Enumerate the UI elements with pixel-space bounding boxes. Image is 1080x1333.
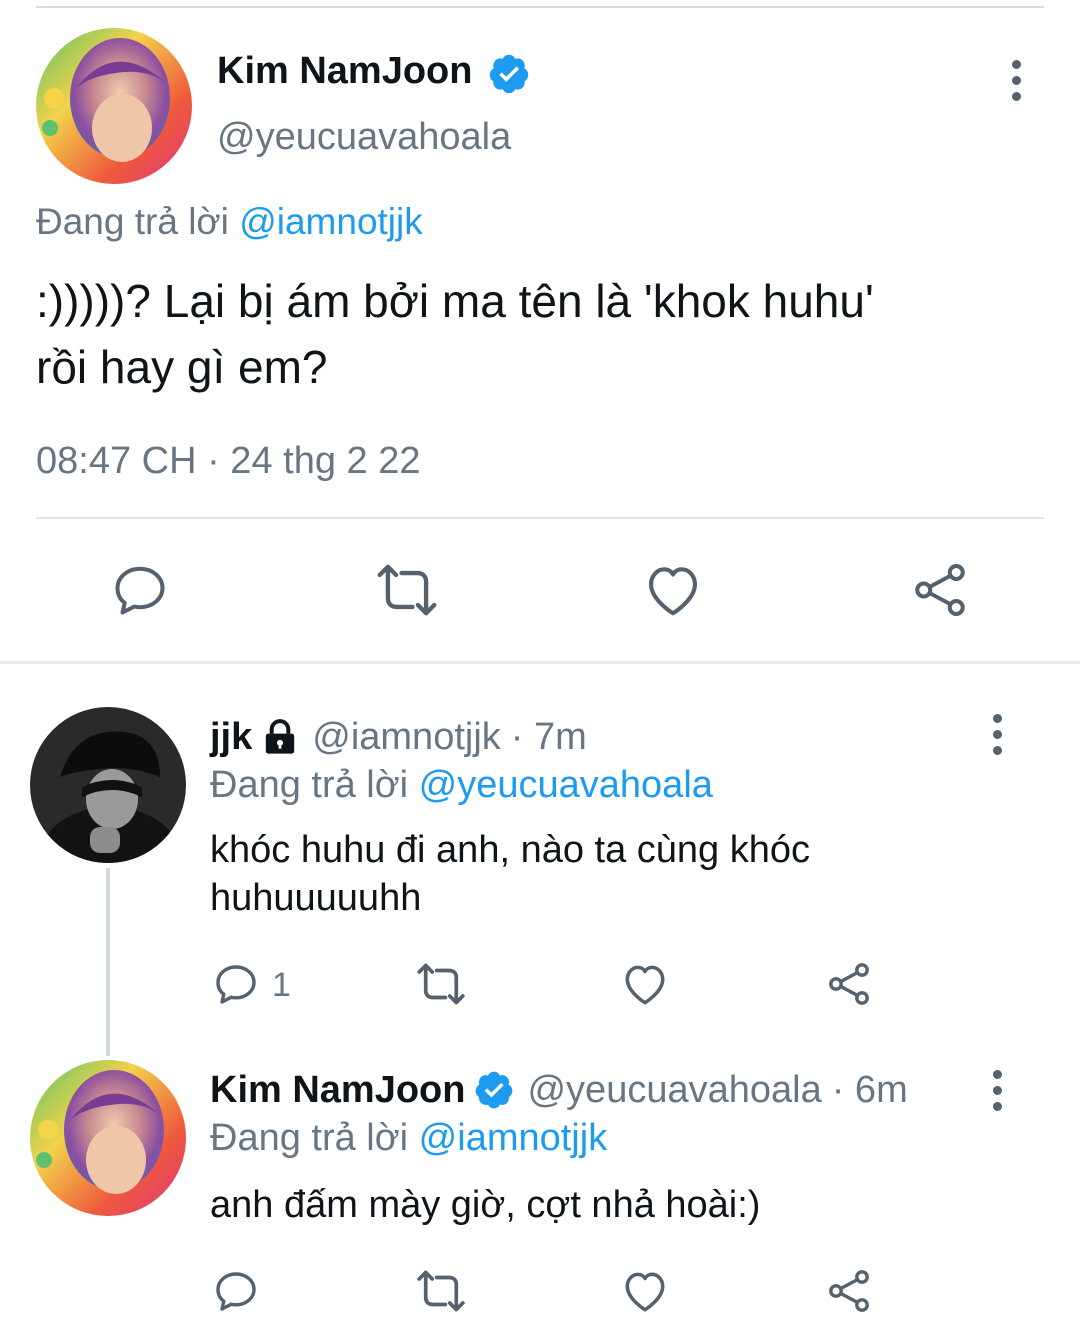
display-name[interactable]: Kim NamJoon <box>210 1067 465 1113</box>
reply-context: Đang trả lời @yeucuavahoala <box>210 762 713 808</box>
avatar-kim-namjoon[interactable] <box>36 28 192 184</box>
like-icon[interactable] <box>642 560 704 620</box>
reply-icon[interactable] <box>110 560 170 620</box>
reply-prefix: Đang trả lời <box>210 764 409 806</box>
verified-badge-icon <box>473 1069 515 1111</box>
verified-badge-icon <box>487 52 531 96</box>
lock-icon <box>260 717 300 757</box>
reply-time[interactable]: · 6m <box>832 1067 908 1113</box>
tweet-text-line: rồi hay gì em? <box>36 341 328 393</box>
share-icon[interactable] <box>824 1267 874 1315</box>
reply-icon[interactable] <box>212 960 260 1008</box>
reply-time[interactable]: · 7m <box>511 714 587 760</box>
handle[interactable]: @iamnotjjk <box>312 714 501 760</box>
retweet-icon[interactable] <box>414 1267 468 1315</box>
reply-icon[interactable] <box>212 1267 260 1315</box>
tweet-text: :)))))? Lại bị ám bởi ma tên là 'khok hu… <box>36 268 874 400</box>
tweet-timestamp[interactable]: 08:47 CH · 24 thg 2 22 <box>36 438 420 484</box>
reply-text-line: anh đấm mày giờ, cợt nhả hoài:) <box>210 1184 761 1226</box>
more-options-icon[interactable] <box>1012 60 1021 101</box>
reply-text: khóc huhu đi anh, nào ta cùng khóc huhuu… <box>210 826 810 922</box>
display-name[interactable]: jjk <box>210 714 252 760</box>
avatar-jjk[interactable] <box>30 707 186 863</box>
retweet-icon[interactable] <box>414 960 468 1008</box>
reply-to-link[interactable]: @yeucuavahoala <box>419 764 713 806</box>
reply-to-link[interactable]: @iamnotjjk <box>239 201 423 242</box>
like-icon[interactable] <box>620 1267 670 1315</box>
top-divider <box>36 6 1044 8</box>
handle[interactable]: @yeucuavahoala <box>527 1067 821 1113</box>
avatar-kim-namjoon[interactable] <box>30 1060 186 1216</box>
more-options-icon[interactable] <box>993 714 1002 755</box>
reply-context: Đang trả lời @iamnotjjk <box>210 1115 607 1161</box>
tweet-text-line: :)))))? Lại bị ám bởi ma tên là 'khok hu… <box>36 275 874 327</box>
divider <box>36 517 1044 519</box>
reply-to-link[interactable]: @iamnotjjk <box>419 1117 608 1159</box>
reply-count: 1 <box>272 966 291 1004</box>
reply-prefix: Đang trả lời <box>36 201 229 242</box>
thread-line <box>106 868 110 1056</box>
handle[interactable]: @yeucuavahoala <box>217 115 511 159</box>
reply-header: jjk @iamnotjjk · 7m <box>210 714 587 760</box>
reply-prefix: Đang trả lời <box>210 1117 409 1159</box>
reply-header: Kim NamJoon @yeucuavahoala · 6m <box>210 1067 908 1113</box>
share-icon[interactable] <box>824 960 874 1008</box>
reply-context: Đang trả lời @iamnotjjk <box>36 200 423 244</box>
display-name[interactable]: Kim NamJoon <box>217 49 472 93</box>
more-options-icon[interactable] <box>993 1070 1002 1111</box>
reply-text-line: huhuuuuuhh <box>210 877 422 919</box>
retweet-icon[interactable] <box>374 560 440 620</box>
reply-text: anh đấm mày giờ, cợt nhả hoài:) <box>210 1181 760 1229</box>
like-icon[interactable] <box>620 960 670 1008</box>
share-icon[interactable] <box>910 560 970 620</box>
section-divider <box>0 661 1080 664</box>
reply-text-line: khóc huhu đi anh, nào ta cùng khóc <box>210 829 811 871</box>
